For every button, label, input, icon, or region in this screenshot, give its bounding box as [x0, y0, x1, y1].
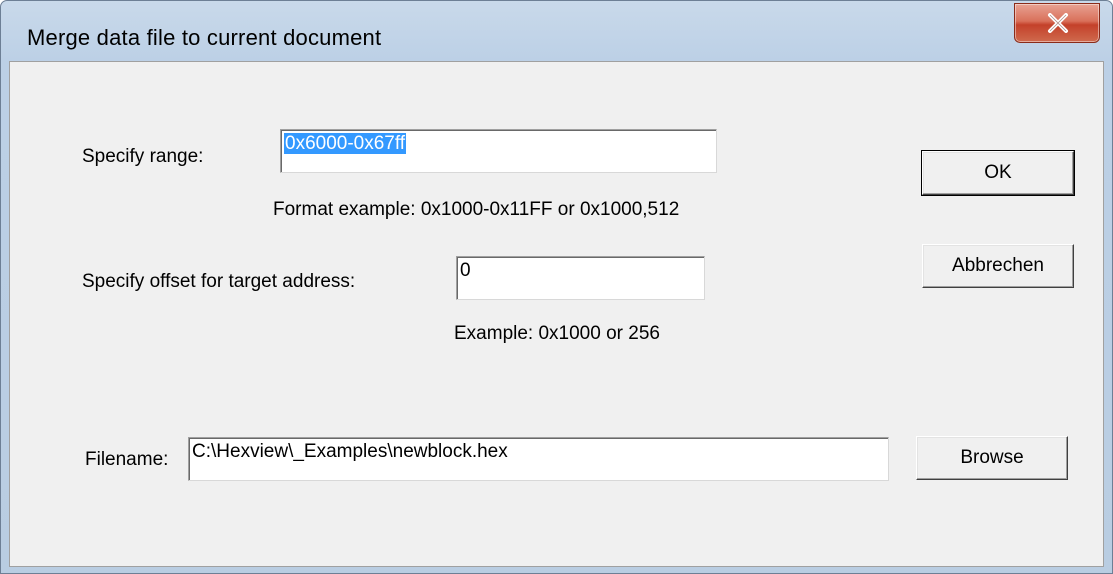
range-label: Specify range:: [82, 146, 204, 167]
close-button[interactable]: [1014, 3, 1100, 43]
offset-input[interactable]: 0: [456, 256, 705, 300]
range-format-hint: Format example: 0x1000-0x11FF or 0x1000,…: [273, 199, 680, 220]
filename-label: Filename:: [85, 449, 169, 470]
cancel-button[interactable]: Abbrechen: [922, 244, 1074, 288]
close-icon: [1048, 13, 1068, 33]
window-title: Merge data file to current document: [27, 25, 382, 50]
title-bar[interactable]: Merge data file to current document: [1, 1, 1112, 61]
dialog-window: Merge data file to current document Spec…: [0, 0, 1113, 574]
offset-label: Specify offset for target address:: [82, 271, 356, 292]
browse-button[interactable]: Browse: [916, 436, 1068, 480]
offset-input-value: 0: [460, 260, 471, 281]
offset-example-hint: Example: 0x1000 or 256: [454, 323, 660, 344]
range-input[interactable]: 0x6000-0x67ff: [280, 129, 717, 173]
dialog-client-area: Specify range: 0x6000-0x67ff Format exam…: [9, 61, 1104, 567]
filename-input[interactable]: C:\Hexview\_Examples\newblock.hex: [188, 437, 889, 481]
filename-input-value: C:\Hexview\_Examples\newblock.hex: [192, 441, 508, 462]
range-input-value: 0x6000-0x67ff: [284, 133, 407, 154]
ok-button[interactable]: OK: [921, 150, 1075, 196]
